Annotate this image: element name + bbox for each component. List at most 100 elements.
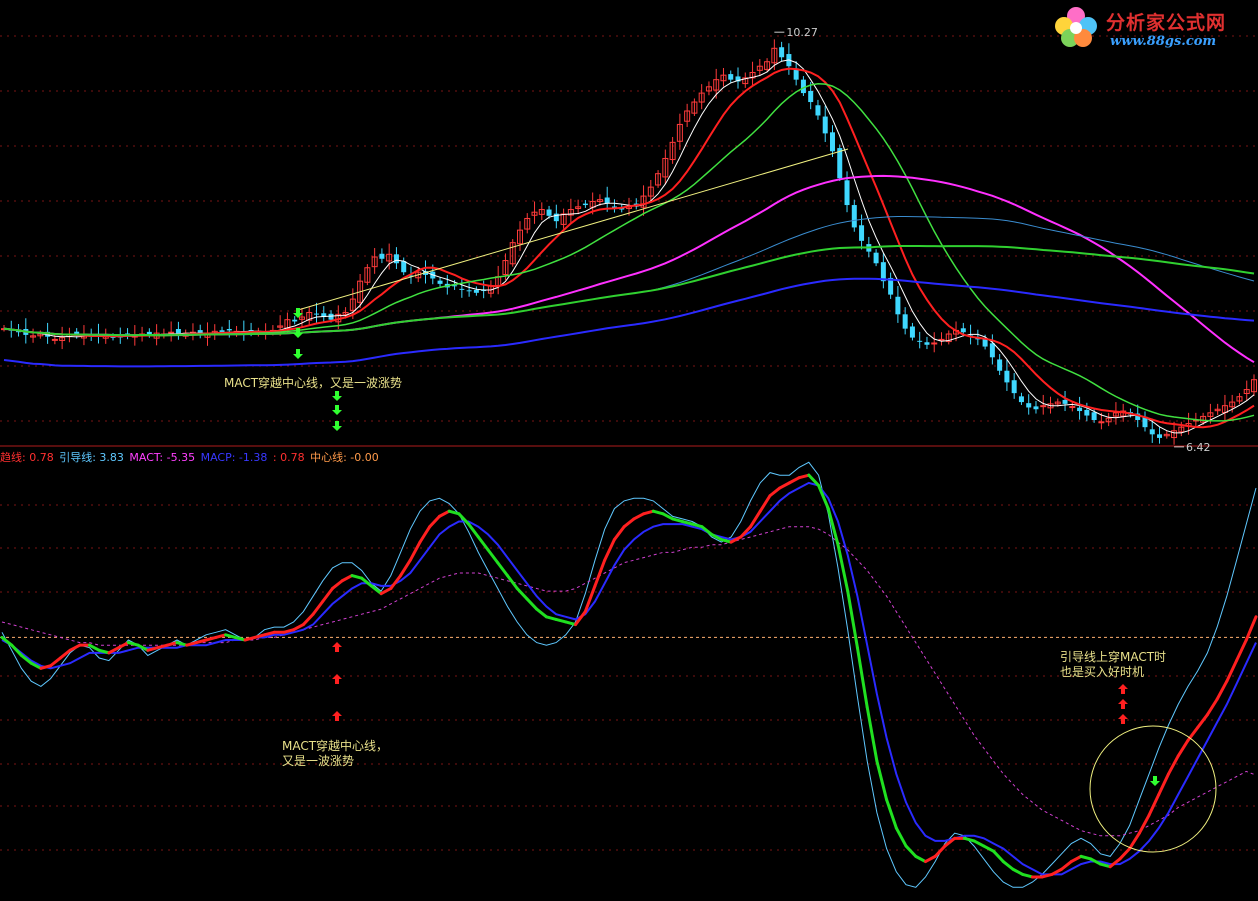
bottom-note-line2: 又是一波涨势	[282, 754, 355, 768]
candle-body	[328, 313, 334, 320]
trend-line-segment	[175, 641, 189, 647]
trend-line-segment	[894, 826, 908, 848]
trend-line-segment	[1244, 615, 1258, 642]
trend-line-segment	[1215, 679, 1229, 701]
trend-line-segment	[914, 854, 927, 864]
trend-line-segment	[758, 494, 772, 513]
candle-body	[931, 342, 938, 345]
trend-line-segment	[49, 656, 62, 668]
trend-line-segment	[321, 586, 335, 603]
trend-line-segment	[486, 548, 500, 565]
candle-body	[924, 342, 930, 345]
trend-line-segment	[787, 476, 801, 485]
ma120-line	[3, 245, 1255, 337]
trend-line-segment	[962, 836, 976, 843]
candle-body	[844, 180, 850, 206]
trend-line-segment	[778, 481, 791, 490]
right-note-line2: 也是买入好时机	[1060, 665, 1145, 679]
candle-body	[459, 288, 465, 290]
trend-line-segment	[1225, 659, 1239, 683]
legend-item: MACT: -5.35	[129, 451, 196, 464]
trend-line-segment	[992, 849, 1005, 864]
trend-line-segment	[331, 579, 344, 590]
legend-item: MACP: -1.38	[200, 451, 268, 464]
buy-signal-down-arrow-icon	[332, 405, 342, 415]
candle-body	[1004, 370, 1010, 383]
trend-line-segment	[972, 839, 986, 848]
trend-line-segment	[622, 517, 636, 529]
trend-line-segment	[535, 607, 548, 619]
candle-body	[997, 359, 1003, 371]
candle-body	[1098, 421, 1105, 424]
candle-body	[1033, 406, 1039, 410]
candle-body	[604, 197, 610, 204]
buy-signal-down-arrow-icon	[1150, 776, 1160, 786]
bottom-note: MACT穿越中心线， 又是一波涨势	[282, 739, 388, 769]
trend-line-segment	[505, 574, 519, 590]
right-note: 引导线上穿MACT时 也是买入好时机	[1060, 650, 1166, 680]
trend-line-segment	[1108, 857, 1122, 869]
trend-line-segment	[1147, 793, 1161, 817]
ma10-line	[3, 67, 1255, 429]
candle-body	[960, 328, 966, 333]
candle-body	[1069, 406, 1076, 409]
highlight-circle	[1089, 725, 1217, 853]
legend-item: : 0.78	[272, 451, 305, 464]
chart-gridlines	[0, 35, 1258, 851]
trend-line-segment	[671, 517, 684, 524]
trend-line-segment	[651, 509, 665, 516]
trend-line-segment	[632, 512, 646, 521]
candle-body	[1011, 380, 1017, 394]
buy-signal-up-arrow-icon	[1118, 714, 1128, 724]
trend-line-segment	[1196, 713, 1209, 730]
trend-line-segment	[126, 641, 140, 647]
candle-body	[582, 203, 588, 206]
candle-body	[728, 74, 734, 80]
trend-line-segment	[1157, 772, 1171, 797]
candle-body	[895, 296, 901, 315]
candle-body	[822, 116, 828, 134]
candle-body	[51, 338, 58, 341]
candle-body	[917, 340, 923, 342]
trend-line-segment	[292, 623, 305, 632]
trend-line-segment	[642, 509, 655, 516]
candle-body	[989, 343, 995, 358]
right-note-line1: 引导线上穿MACT时	[1060, 650, 1167, 664]
trend-line-segment	[875, 759, 889, 802]
trend-line-segment	[1205, 697, 1219, 717]
candle-body	[393, 254, 399, 264]
buy-signal-down-arrow-icon	[293, 349, 303, 359]
trend-line-segment	[224, 633, 237, 639]
buy-signal-up-arrow-icon	[332, 674, 342, 684]
candle-body	[437, 280, 443, 284]
mact-line	[1, 526, 1257, 837]
trend-line-segment	[1001, 860, 1015, 871]
trend-line-segment	[933, 844, 947, 858]
buy-signal-up-arrow-icon	[332, 642, 342, 652]
candle-body	[909, 326, 915, 338]
candle-body	[1062, 399, 1068, 404]
candlestick-panel: 10.27 6.42	[1, 26, 1257, 454]
candle-body	[1026, 403, 1032, 408]
trend-line-segment	[1128, 831, 1141, 851]
trend-line-segment	[1079, 854, 1093, 861]
trend-line-segment	[408, 540, 422, 562]
candle-body	[1157, 434, 1163, 438]
trend-line-segment	[437, 509, 451, 518]
trend-line-segment	[525, 597, 539, 611]
candle-body	[779, 47, 785, 58]
ma250-line	[3, 277, 1255, 368]
trend-line-segment	[418, 525, 432, 544]
candle-body	[473, 289, 479, 293]
buy-signal-up-arrow-icon	[1118, 699, 1128, 709]
candle-body	[401, 261, 407, 273]
price-trendline	[297, 148, 849, 311]
candle-body	[314, 313, 319, 315]
ma5-line	[3, 59, 1255, 434]
buy-signal-up-arrow-icon	[1118, 684, 1128, 694]
trend-line-segment	[593, 558, 607, 588]
candle-body	[379, 253, 385, 259]
trend-line-segment	[1186, 726, 1200, 742]
candle-body	[808, 90, 814, 103]
candle-body	[1018, 396, 1024, 403]
